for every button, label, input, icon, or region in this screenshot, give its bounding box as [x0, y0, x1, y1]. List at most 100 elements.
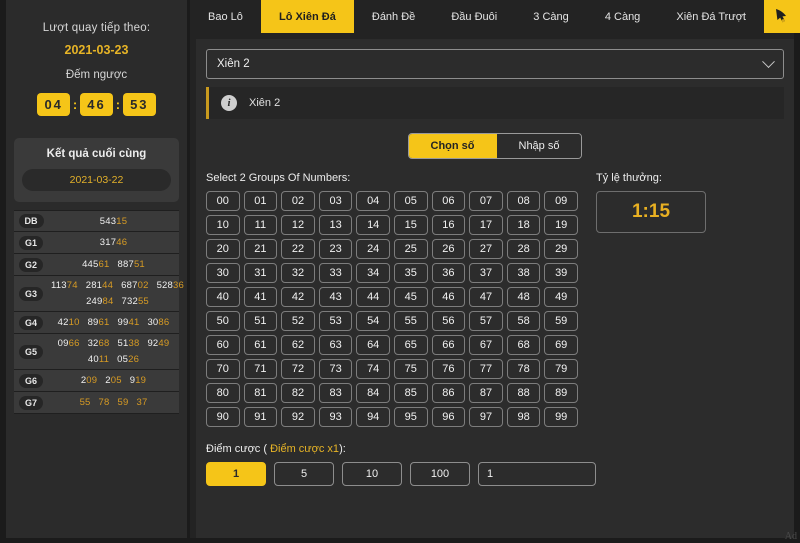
number-cell[interactable]: 13: [318, 215, 353, 235]
tab-3[interactable]: Đầu Đuôi: [433, 0, 515, 33]
game-type-select[interactable]: Xiên 2: [206, 49, 784, 79]
number-cell[interactable]: 91: [243, 407, 278, 427]
number-cell[interactable]: 40: [206, 287, 240, 307]
number-cell[interactable]: 76: [431, 359, 466, 379]
number-cell[interactable]: 47: [469, 287, 503, 307]
number-cell[interactable]: 17: [469, 215, 503, 235]
tab-5[interactable]: 4 Càng: [587, 0, 659, 33]
number-cell[interactable]: 80: [206, 383, 240, 403]
number-cell[interactable]: 03: [318, 191, 353, 211]
number-cell[interactable]: 59: [544, 311, 578, 331]
number-cell[interactable]: 98: [506, 407, 541, 427]
number-cell[interactable]: 70: [206, 359, 240, 379]
number-cell[interactable]: 36: [431, 263, 466, 283]
number-cell[interactable]: 48: [506, 287, 541, 307]
number-cell[interactable]: 90: [206, 407, 240, 427]
number-cell[interactable]: 69: [544, 335, 578, 355]
number-cell[interactable]: 84: [356, 383, 390, 403]
number-cell[interactable]: 97: [469, 407, 503, 427]
number-cell[interactable]: 39: [544, 263, 578, 283]
number-cell[interactable]: 82: [281, 383, 315, 403]
number-cell[interactable]: 02: [281, 191, 315, 211]
number-cell[interactable]: 25: [393, 239, 428, 259]
number-cell[interactable]: 12: [281, 215, 315, 235]
number-cell[interactable]: 89: [544, 383, 578, 403]
number-cell[interactable]: 06: [431, 191, 466, 211]
number-cell[interactable]: 85: [393, 383, 428, 403]
number-cell[interactable]: 73: [318, 359, 353, 379]
number-cell[interactable]: 37: [469, 263, 503, 283]
bet-amount-option-0[interactable]: 1: [206, 462, 266, 486]
number-cell[interactable]: 77: [469, 359, 503, 379]
hand-cursor-button[interactable]: [764, 0, 800, 33]
number-cell[interactable]: 79: [544, 359, 578, 379]
number-cell[interactable]: 16: [431, 215, 466, 235]
bet-amount-option-1[interactable]: 5: [274, 462, 334, 486]
number-cell[interactable]: 75: [393, 359, 428, 379]
number-cell[interactable]: 28: [506, 239, 541, 259]
number-cell[interactable]: 96: [431, 407, 466, 427]
number-cell[interactable]: 45: [393, 287, 428, 307]
number-cell[interactable]: 11: [243, 215, 278, 235]
number-cell[interactable]: 35: [393, 263, 428, 283]
tab-0[interactable]: Bao Lô: [190, 0, 261, 33]
number-cell[interactable]: 66: [431, 335, 466, 355]
tab-6[interactable]: Xiên Đá Trượt: [658, 0, 764, 33]
number-cell[interactable]: 07: [469, 191, 503, 211]
number-cell[interactable]: 43: [318, 287, 353, 307]
number-cell[interactable]: 67: [469, 335, 503, 355]
number-cell[interactable]: 74: [356, 359, 390, 379]
number-cell[interactable]: 88: [506, 383, 541, 403]
number-cell[interactable]: 38: [506, 263, 541, 283]
number-cell[interactable]: 26: [431, 239, 466, 259]
number-cell[interactable]: 64: [356, 335, 390, 355]
number-cell[interactable]: 61: [243, 335, 278, 355]
number-cell[interactable]: 55: [393, 311, 428, 331]
number-cell[interactable]: 72: [281, 359, 315, 379]
number-cell[interactable]: 34: [356, 263, 390, 283]
number-cell[interactable]: 65: [393, 335, 428, 355]
number-cell[interactable]: 33: [318, 263, 353, 283]
number-cell[interactable]: 93: [318, 407, 353, 427]
number-cell[interactable]: 42: [281, 287, 315, 307]
number-cell[interactable]: 09: [544, 191, 578, 211]
number-cell[interactable]: 62: [281, 335, 315, 355]
number-cell[interactable]: 58: [506, 311, 541, 331]
number-cell[interactable]: 56: [431, 311, 466, 331]
number-cell[interactable]: 18: [506, 215, 541, 235]
number-cell[interactable]: 15: [393, 215, 428, 235]
number-cell[interactable]: 41: [243, 287, 278, 307]
mode-toggle-option-1[interactable]: Nhập số: [496, 134, 582, 158]
number-cell[interactable]: 32: [281, 263, 315, 283]
number-cell[interactable]: 29: [544, 239, 578, 259]
number-cell[interactable]: 68: [506, 335, 541, 355]
number-cell[interactable]: 50: [206, 311, 240, 331]
number-cell[interactable]: 23: [318, 239, 353, 259]
number-cell[interactable]: 19: [544, 215, 578, 235]
number-cell[interactable]: 86: [431, 383, 466, 403]
number-cell[interactable]: 51: [243, 311, 278, 331]
number-cell[interactable]: 54: [356, 311, 390, 331]
number-cell[interactable]: 60: [206, 335, 240, 355]
number-cell[interactable]: 57: [469, 311, 503, 331]
number-cell[interactable]: 52: [281, 311, 315, 331]
number-cell[interactable]: 94: [356, 407, 390, 427]
number-cell[interactable]: 04: [356, 191, 390, 211]
tab-1[interactable]: Lô Xiên Đá: [260, 0, 354, 33]
number-cell[interactable]: 10: [206, 215, 240, 235]
number-cell[interactable]: 46: [431, 287, 466, 307]
number-cell[interactable]: 49: [544, 287, 578, 307]
number-cell[interactable]: 83: [318, 383, 353, 403]
number-cell[interactable]: 95: [393, 407, 428, 427]
number-cell[interactable]: 53: [318, 311, 353, 331]
tab-4[interactable]: 3 Càng: [515, 0, 587, 33]
mode-toggle-option-0[interactable]: Chọn số: [408, 134, 497, 158]
number-cell[interactable]: 05: [393, 191, 428, 211]
number-cell[interactable]: 21: [243, 239, 278, 259]
number-cell[interactable]: 87: [469, 383, 503, 403]
number-cell[interactable]: 63: [318, 335, 353, 355]
number-cell[interactable]: 00: [206, 191, 240, 211]
number-cell[interactable]: 31: [243, 263, 278, 283]
number-cell[interactable]: 22: [281, 239, 315, 259]
number-cell[interactable]: 20: [206, 239, 240, 259]
